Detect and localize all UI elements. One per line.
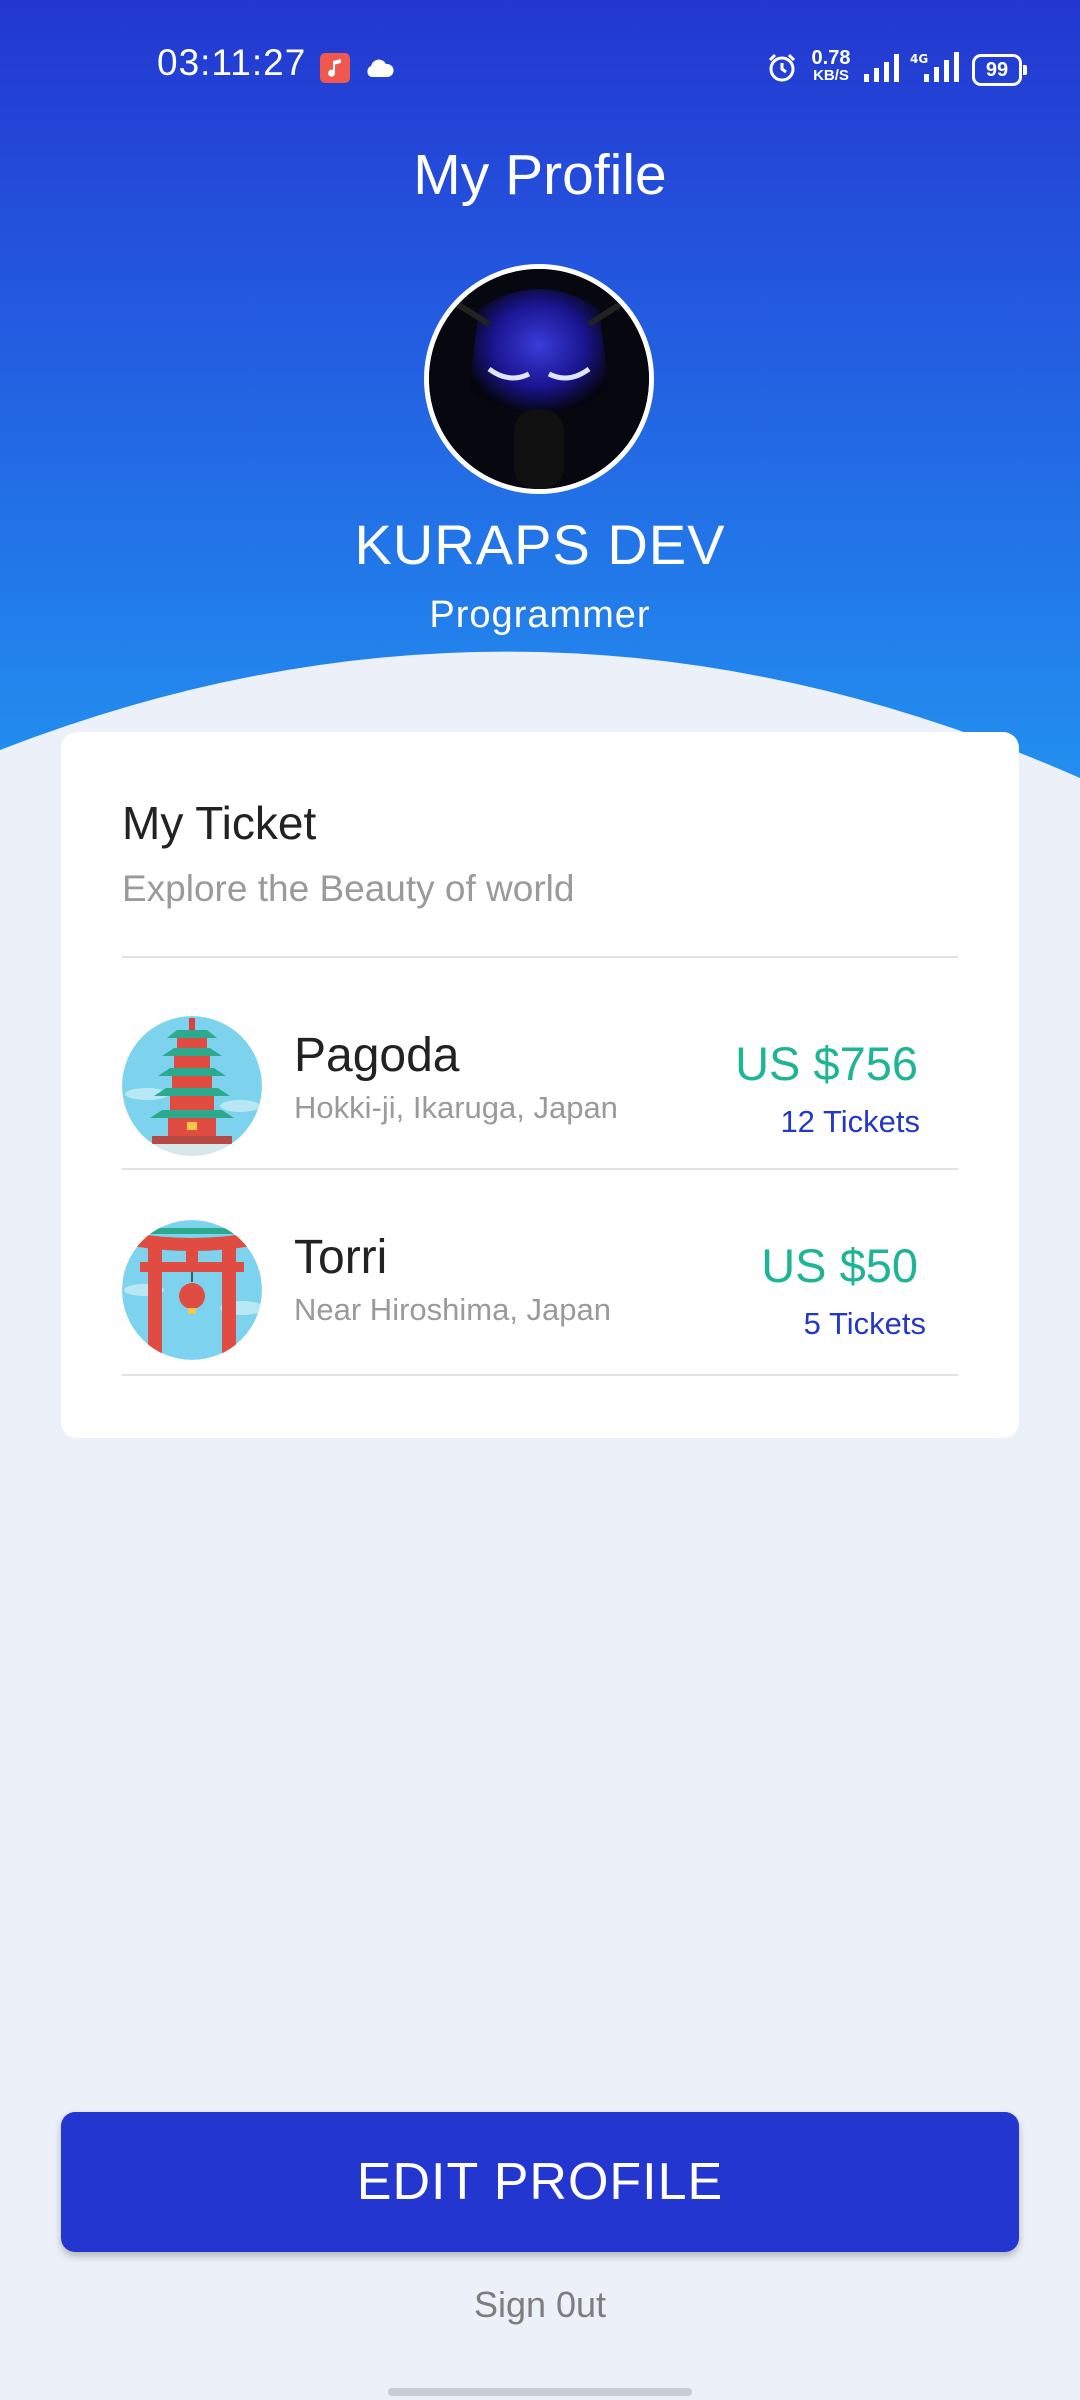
status-bar: 03:11:27 0.78 KB/S 4G 99: [0, 0, 1080, 136]
tickets-card-subtitle: Explore the Beauty of world: [122, 868, 575, 909]
ticket-thumbnail: [122, 1220, 262, 1360]
divider: [122, 956, 958, 958]
status-time: 03:11:27: [157, 42, 307, 83]
pagoda-icon: [122, 1016, 262, 1156]
svg-text:4G: 4G: [910, 52, 928, 66]
ticket-item-torri[interactable]: Torri Near Hiroshima, Japan US $50 5 Tic…: [122, 1220, 958, 1420]
torii-gate-icon: [122, 1220, 262, 1360]
sign-out-link[interactable]: Sign 0ut: [0, 2284, 1080, 2326]
tickets-card-title: My Ticket: [122, 797, 317, 849]
profile-name: KURAPS DEV: [354, 513, 726, 576]
cloud-icon: [367, 59, 394, 77]
ticket-item-pagoda[interactable]: Pagoda Hokki-ji, Ikaruga, Japan US $756 …: [122, 1016, 958, 1216]
ticket-price: US $50: [761, 1239, 918, 1292]
edit-profile-button[interactable]: EDIT PROFILE: [61, 2112, 1019, 2252]
network-speed-value: 0.78: [811, 47, 851, 69]
ticket-price: US $756: [735, 1037, 918, 1090]
ticket-name: Pagoda: [294, 1029, 460, 1082]
ticket-count: 12 Tickets: [780, 1104, 920, 1139]
profile-avatar[interactable]: [424, 264, 654, 494]
ticket-location: Near Hiroshima, Japan: [294, 1292, 612, 1327]
ticket-name: Torri: [294, 1231, 388, 1284]
ticket-location: Hokki-ji, Ikaruga, Japan: [294, 1090, 618, 1125]
divider: [122, 1374, 958, 1376]
ticket-count: 5 Tickets: [803, 1306, 926, 1341]
motorcycle-avatar: [429, 269, 649, 489]
network-speed-unit: KB/S: [813, 67, 849, 84]
divider: [122, 1168, 958, 1170]
tickets-card: My Ticket Explore the Beauty of world Pa…: [61, 732, 1019, 1438]
alarm-icon: [768, 53, 796, 82]
network-speed: 0.78 KB/S: [806, 48, 856, 84]
music-notification-icon: [320, 53, 350, 83]
ticket-thumbnail: [122, 1016, 262, 1156]
home-indicator[interactable]: [388, 2388, 692, 2396]
signal-icon: [864, 54, 899, 82]
page-title: My Profile: [413, 143, 667, 207]
4g-signal-icon: 4G: [910, 52, 959, 82]
profile-role: Programmer: [429, 594, 651, 636]
battery-icon: 99: [972, 54, 1027, 86]
